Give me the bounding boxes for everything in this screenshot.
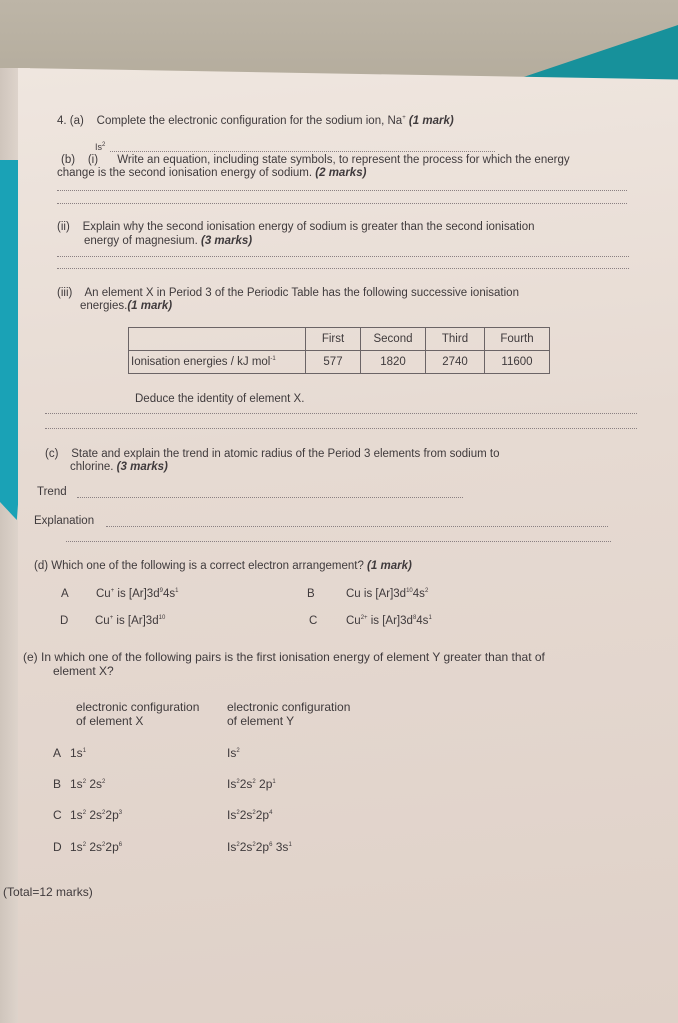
answer-line-b-iii-1[interactable] xyxy=(45,413,637,414)
column-header-x: electronic configuration of element X xyxy=(76,700,200,728)
part-e-label: (e) xyxy=(23,650,38,664)
config-element-x: 1s2 2s22p3 xyxy=(70,808,123,822)
table-header-cell: First xyxy=(305,327,361,351)
config-element-y: Is2 xyxy=(227,746,240,760)
trend-label: Trend xyxy=(37,486,67,498)
table-cell: 11600 xyxy=(484,350,550,374)
part-b-ii-label: (ii) xyxy=(57,221,70,233)
part-c-marks: (3 marks) xyxy=(116,461,168,473)
answer-line-b-i-2[interactable] xyxy=(57,203,627,204)
explanation-answer-line-2[interactable] xyxy=(66,541,611,542)
question-4e: (e) In which one of the following pairs … xyxy=(23,650,545,664)
question-4a: 4. (a) Complete the electronic configura… xyxy=(57,114,454,128)
total-marks: (Total=12 marks) xyxy=(3,885,93,899)
option-e-B[interactable]: B 1s2 2s2 xyxy=(53,777,105,791)
table-row: Ionisation energies / kJ mol-1 577 1820 … xyxy=(128,350,550,374)
worksheet-paper xyxy=(18,68,678,1023)
question-4b-iii: (iii) An element X in Period 3 of the Pe… xyxy=(57,287,519,299)
trend-answer-line[interactable] xyxy=(77,497,463,498)
config-element-y: Is22s2 2p1 xyxy=(227,777,276,791)
option-letter: B xyxy=(53,777,62,791)
option-d-B[interactable]: B Cu is [Ar]3d104s2 xyxy=(307,587,428,601)
answer-line-b-ii-2[interactable] xyxy=(57,268,629,269)
question-4d: (d) Which one of the following is a corr… xyxy=(34,560,412,572)
option-e-C[interactable]: C 1s2 2s22p3 xyxy=(53,808,122,822)
question-4c: (c) State and explain the trend in atomi… xyxy=(45,448,500,460)
option-letter: C xyxy=(53,808,62,822)
part-b-i-label: (i) xyxy=(87,154,99,166)
config-element-y: Is22s22p4 xyxy=(227,808,273,822)
question-4b-ii-line2: energy of magnesium. (3 marks) xyxy=(84,235,253,247)
answer-line-b-i-1[interactable] xyxy=(57,190,627,191)
part-d-label: (d) xyxy=(34,560,49,572)
deduce-prompt: Deduce the identity of element X. xyxy=(135,393,305,405)
option-d-D[interactable]: D Cu+ is [Ar]3d10 xyxy=(60,614,165,628)
part-b-iii-marks: (1 mark) xyxy=(127,300,173,312)
part-a-answer-prefix: Is2 xyxy=(95,142,106,152)
ionisation-energy-table: First Second Third Fourth Ionisation ene… xyxy=(128,327,550,374)
config-element-y: Is22s22p6 3s1 xyxy=(227,840,292,854)
option-e-B-y: Is22s2 2p1 xyxy=(227,777,276,791)
part-c-label: (c) xyxy=(45,448,59,460)
part-b-ii-marks: (3 marks) xyxy=(201,235,253,247)
config-element-x: 1s2 2s22p6 xyxy=(70,840,123,854)
option-e-C-y: Is22s22p4 xyxy=(227,808,272,822)
column-header-y: electronic configuration of element Y xyxy=(227,700,351,728)
option-e-A-y: Is2 xyxy=(227,746,240,760)
question-4b-ii: (ii) Explain why the second ionisation e… xyxy=(57,221,535,233)
table-header-row: First Second Third Fourth xyxy=(128,327,550,351)
question-4b-i-line2: change is the second ionisation energy o… xyxy=(57,167,367,179)
part-d-marks: (1 mark) xyxy=(367,560,412,572)
table-cell: 2740 xyxy=(425,350,485,374)
part-a-text: Complete the electronic configuration fo… xyxy=(96,115,403,127)
option-e-A[interactable]: A 1s1 xyxy=(53,746,86,760)
table-header-cell xyxy=(128,327,306,351)
question-number: 4. xyxy=(57,115,67,127)
answer-line-b-ii-1[interactable] xyxy=(57,256,629,257)
table-cell: 1820 xyxy=(360,350,426,374)
option-e-D-y: Is22s22p6 3s1 xyxy=(227,840,292,854)
question-4b-i: (b) (i) Write an equation, including sta… xyxy=(61,153,570,167)
option-e-D[interactable]: D 1s2 2s22p6 xyxy=(53,840,122,854)
question-4c-line2: chlorine. (3 marks) xyxy=(70,461,168,473)
question-4b-iii-line2: energies.(1 mark) xyxy=(80,300,173,312)
option-d-A[interactable]: A Cu+ is [Ar]3d94s1 xyxy=(61,587,178,601)
table-row-label: Ionisation energies / kJ mol-1 xyxy=(128,350,306,374)
option-letter: D xyxy=(53,840,62,854)
config-element-x: 1s2 2s2 xyxy=(70,777,106,791)
part-b-label: (b) xyxy=(61,154,76,166)
explanation-label: Explanation xyxy=(34,515,95,527)
answer-line-a[interactable] xyxy=(110,151,495,152)
table-header-cell: Fourth xyxy=(484,327,550,351)
question-4e-line2: element X? xyxy=(53,664,114,678)
answer-line-b-iii-2[interactable] xyxy=(45,428,637,429)
part-b-iii-label: (iii) xyxy=(57,287,73,299)
option-letter: A xyxy=(53,746,62,760)
option-d-C[interactable]: C Cu2+ is [Ar]3d84s1 xyxy=(309,614,432,628)
table-cell: 577 xyxy=(305,350,361,374)
table-header-cell: Third xyxy=(425,327,485,351)
table-header-cell: Second xyxy=(360,327,426,351)
part-a-label: (a) xyxy=(69,115,84,127)
explanation-answer-line-1[interactable] xyxy=(106,526,608,527)
part-a-marks: (1 mark) xyxy=(408,115,454,127)
ion-charge: + xyxy=(402,115,406,122)
config-element-x: 1s1 xyxy=(70,746,87,760)
part-b-i-line1: Write an equation, including state symbo… xyxy=(117,154,570,166)
part-b-i-marks: (2 marks) xyxy=(315,167,367,179)
